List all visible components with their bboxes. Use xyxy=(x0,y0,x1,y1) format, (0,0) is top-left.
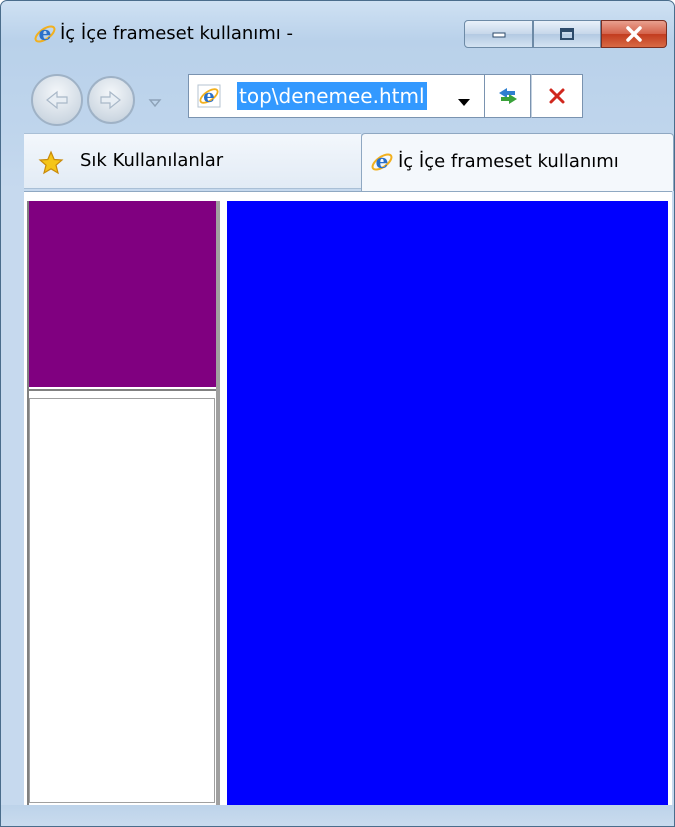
frame-top-left[interactable] xyxy=(29,201,216,387)
tab-label: İç İçe frameset kullanımı xyxy=(398,151,619,172)
frame-right[interactable] xyxy=(227,201,668,805)
title-bar[interactable]: e İç İçe frameset kullanımı - xyxy=(1,1,674,57)
back-arrow-icon xyxy=(46,90,68,110)
back-button[interactable] xyxy=(31,74,83,126)
address-bar[interactable]: e top\denemee.html xyxy=(188,74,485,118)
maximize-button[interactable] xyxy=(533,20,601,48)
internet-explorer-icon: e xyxy=(370,149,394,174)
refresh-icon xyxy=(498,88,517,104)
stop-icon xyxy=(549,88,565,104)
forward-arrow-icon xyxy=(100,90,121,110)
svg-text:e: e xyxy=(39,22,52,45)
page-content xyxy=(24,191,672,806)
tabs-bar: Sık Kullanılanlar e İç İçe frameset kull… xyxy=(24,133,674,191)
internet-explorer-icon: e xyxy=(33,21,57,46)
page-icon: e xyxy=(197,84,221,108)
svg-text:e: e xyxy=(203,86,214,107)
favorites-label: Sık Kullanılanlar xyxy=(80,150,224,171)
frame-divider-horizontal[interactable] xyxy=(29,389,216,391)
favorites-button[interactable]: Sık Kullanılanlar xyxy=(24,133,361,189)
address-input[interactable]: top\denemee.html xyxy=(237,82,427,110)
browser-window: e İç İçe frameset kullanımı - e top\dene… xyxy=(0,0,675,827)
recent-pages-dropdown-icon[interactable] xyxy=(148,93,162,112)
close-icon xyxy=(626,26,642,42)
svg-text:e: e xyxy=(376,150,389,173)
minimize-icon xyxy=(492,32,505,38)
close-button[interactable] xyxy=(601,20,667,48)
maximize-icon xyxy=(560,28,574,40)
forward-button[interactable] xyxy=(87,76,135,124)
frame-divider-vertical[interactable] xyxy=(216,201,220,805)
address-dropdown-icon[interactable] xyxy=(457,92,471,111)
window-bottom-border xyxy=(1,805,674,826)
frame-bottom-left[interactable] xyxy=(29,398,215,803)
tab-current-page[interactable]: e İç İçe frameset kullanımı xyxy=(361,133,674,191)
refresh-button[interactable] xyxy=(485,74,531,118)
star-icon xyxy=(38,150,64,180)
window-title: İç İçe frameset kullanımı - xyxy=(60,23,294,44)
stop-button[interactable] xyxy=(531,74,583,118)
minimize-button[interactable] xyxy=(464,20,533,48)
